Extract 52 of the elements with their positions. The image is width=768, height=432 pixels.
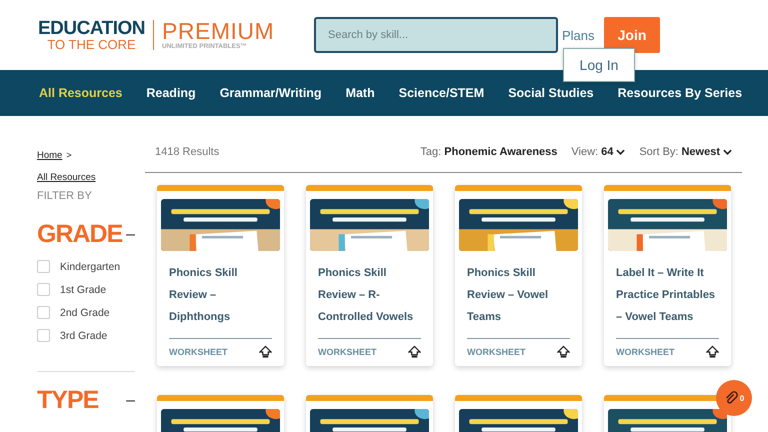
clip-count: 0 — [740, 394, 744, 402]
search-field[interactable]: Search by skill... — [314, 17, 558, 53]
paperclip-icon — [724, 391, 738, 405]
nav-link[interactable]: All Resources — [39, 86, 122, 100]
premium-title: PREMIUM — [162, 20, 274, 43]
checkbox-label: 3rd Grade — [60, 330, 108, 342]
product-title[interactable]: Phonics Skill Review – Diphthongs — [161, 251, 280, 328]
view-dropdown[interactable]: View: 64 — [571, 146, 626, 158]
collapse-toggle[interactable]: – — [126, 392, 135, 410]
breadcrumb-link[interactable]: Home — [37, 150, 62, 172]
nav-link[interactable]: Math — [346, 86, 375, 100]
filter-heading: FILTER BY — [37, 190, 93, 202]
checkbox-label: Kindergarten — [60, 260, 120, 272]
results-count: 1418 Results — [155, 146, 220, 158]
checkbox-label: 2nd Grade — [60, 306, 110, 318]
breadcrumb-separator: > — [66, 150, 72, 162]
checkbox[interactable] — [37, 329, 50, 342]
collapse-toggle[interactable]: – — [126, 226, 135, 244]
checkbox-label: 1st Grade — [60, 284, 106, 296]
upload-arrow-icon[interactable] — [259, 345, 272, 359]
filter-title: TYPE — [37, 386, 98, 415]
chevron-icon — [616, 149, 626, 155]
nav-link[interactable]: Social Studies — [508, 86, 594, 100]
product-card[interactable]: Phonics Skill Review – Vowel Teams WORKSHEET — [455, 185, 582, 366]
filter-title: GRADE — [37, 220, 122, 249]
plans-link[interactable]: Plans — [562, 28, 600, 42]
checkbox[interactable] — [37, 260, 50, 273]
product-card[interactable]: Phonics Skill Review – Diphthongs WORKSHEET — [157, 185, 284, 366]
product-title[interactable]: Phonics Skill Review – Vowel Teams — [459, 251, 578, 328]
resource-type: WORKSHEET — [169, 347, 228, 357]
checkbox[interactable] — [37, 283, 50, 296]
nav-link[interactable]: Grammar/Writing — [220, 86, 322, 100]
product-title[interactable]: Phonics Skill Review – R-Controlled Vowels — [310, 251, 429, 328]
product-title[interactable]: Label It – Write It Practice Printables – Vowel Teams — [608, 251, 727, 328]
logo-subtext: TO THE CORE — [47, 38, 136, 52]
login-button[interactable]: Log In — [563, 48, 635, 82]
logo-text: EDUCATION — [38, 18, 146, 38]
chevron-icon — [723, 149, 732, 155]
upload-arrow-icon[interactable] — [408, 345, 421, 359]
upload-arrow-icon[interactable] — [557, 345, 570, 359]
nav-link[interactable]: Resources By Series — [618, 86, 742, 100]
upload-arrow-icon[interactable] — [706, 345, 719, 359]
resource-type: WORKSHEET — [318, 347, 376, 357]
tag-filter: Tag: Phonemic Awareness — [420, 146, 558, 158]
nav-link[interactable]: Reading — [146, 86, 196, 100]
resource-type: WORKSHEET — [467, 347, 526, 357]
product-card[interactable]: Phonics Skill Review – R-Controlled Vowels WORKSHEET — [306, 185, 433, 366]
resource-type: WORKSHEET — [616, 347, 674, 357]
sort-dropdown[interactable]: Sort By: Newest — [639, 146, 732, 158]
checkbox[interactable] — [37, 306, 50, 319]
nav-link[interactable]: Science/STEM — [398, 86, 484, 100]
product-card[interactable]: Label It – Write It Practice Printables – Vowel Teams WORKSHEET — [604, 185, 731, 366]
